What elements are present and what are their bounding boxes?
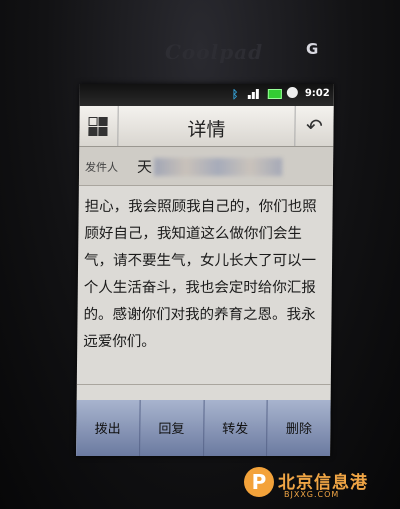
signal-icon: [247, 87, 262, 99]
back-arrow-icon: ↶: [305, 114, 324, 138]
alarm-icon: [286, 87, 298, 98]
sender-redaction: [153, 158, 283, 176]
message-body: 担心，我会照顾我自己的，你们也照顾好自己，我知道这么做你们会生气，请不要生气，女…: [83, 199, 317, 350]
sender-value: 天: [136, 158, 153, 176]
watermark-logo-icon: P: [244, 467, 274, 497]
phone-brand-mark: G: [306, 40, 319, 58]
phone-screen: ᛒ 9:02 详情 ↶ 发件人 天 担心，我会照顾我自己的，你们也照顾好自己，我…: [76, 84, 334, 456]
watermark-url: BJXXG.COM: [284, 490, 340, 499]
battery-icon: [267, 89, 282, 99]
title-bar: 详情 ↶: [79, 106, 334, 147]
sender-label: 发件人: [85, 161, 119, 174]
watermark: P 北京信息港 BJXXG.COM: [244, 457, 394, 503]
back-button[interactable]: ↶: [294, 106, 334, 146]
dial-button[interactable]: 拨出: [76, 400, 141, 456]
status-time: 9:02: [304, 88, 330, 99]
delete-button[interactable]: 删除: [267, 400, 330, 456]
sender-row: 发件人 天: [78, 147, 334, 186]
status-bar: ᛒ 9:02: [79, 84, 334, 106]
phone-body: Coolpad G ᛒ 9:02 详情 ↶ 发件人 天 担心，我会照顾我自己的，…: [0, 0, 400, 509]
action-bar: 拨出 回复 转发 删除: [76, 400, 331, 456]
bluetooth-icon: ᛒ: [231, 88, 239, 101]
divider: [76, 384, 331, 385]
reply-button[interactable]: 回复: [139, 400, 205, 456]
forward-button[interactable]: 转发: [203, 400, 268, 456]
